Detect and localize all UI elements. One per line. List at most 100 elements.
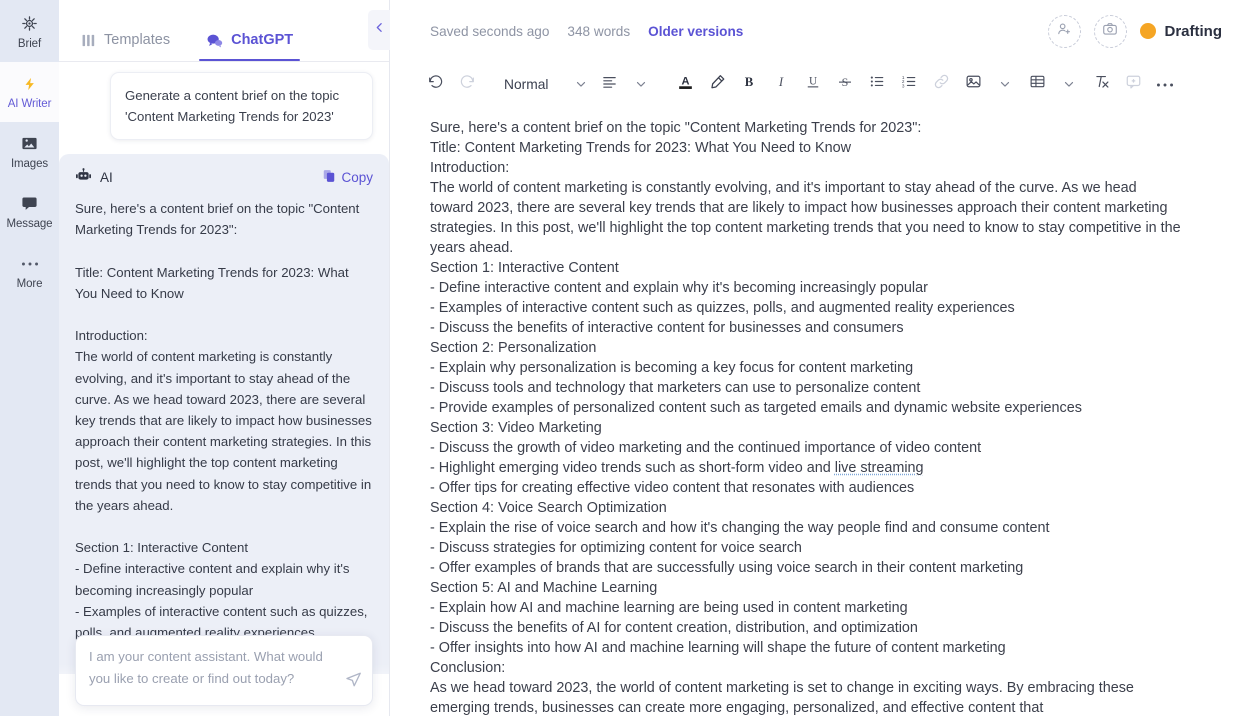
chat-panel: Templates ChatGPT Generate a content bri… — [59, 0, 390, 716]
svg-text:B: B — [745, 75, 754, 89]
document-line: - Offer insights into how AI and machine… — [430, 640, 1006, 656]
copy-button[interactable]: Copy — [322, 169, 373, 186]
chevron-down-icon — [1062, 77, 1076, 91]
image-icon — [21, 134, 38, 153]
bullet-list-button[interactable] — [862, 69, 892, 99]
highlight-button[interactable] — [702, 69, 732, 99]
document-line: Section 1: Interactive Content — [430, 260, 619, 276]
paragraph-style-select[interactable]: Normal — [496, 69, 592, 99]
document-line: - Provide examples of personalized conte… — [430, 400, 1082, 416]
rail-item-images[interactable]: Images — [0, 122, 59, 182]
document-line: - Explain the rise of voice search and h… — [430, 520, 1050, 536]
tab-templates-label: Templates — [104, 32, 171, 48]
camera-icon — [1102, 21, 1118, 42]
chat-composer[interactable] — [75, 635, 373, 706]
snapshot-button[interactable] — [1093, 14, 1127, 48]
comment-icon — [1125, 73, 1142, 95]
clear-format-button[interactable] — [1086, 69, 1116, 99]
ellipsis-icon — [21, 254, 39, 273]
document-line: - Offer examples of brands that are succ… — [430, 560, 1024, 576]
rail-item-brief[interactable]: Brief — [0, 2, 59, 62]
redo-button[interactable] — [452, 69, 482, 99]
document-line: Title: Content Marketing Trends for 2023… — [430, 140, 852, 156]
older-versions-link[interactable]: Older versions — [648, 24, 743, 39]
text-color-button[interactable]: A — [670, 69, 700, 99]
strikethrough-button[interactable]: S — [830, 69, 860, 99]
image-dropdown[interactable] — [990, 69, 1020, 99]
word-count: 348 words — [567, 23, 631, 39]
tab-templates[interactable]: Templates — [77, 32, 174, 61]
align-button[interactable] — [594, 69, 624, 99]
svg-text:U: U — [809, 76, 817, 88]
status-label: Drafting — [1164, 22, 1223, 40]
target-icon — [21, 14, 38, 33]
spellcheck-phrase[interactable]: live streaming — [835, 460, 924, 476]
ellipsis-icon — [1156, 75, 1174, 93]
document-line: - Explain how AI and machine learning ar… — [430, 600, 908, 616]
document-line: - Examples of interactive content such a… — [430, 300, 1015, 316]
status-badge[interactable]: Drafting — [1139, 22, 1223, 40]
document-line: - Discuss the benefits of interactive co… — [430, 320, 904, 336]
chat-input[interactable] — [89, 646, 336, 690]
editor-pane: Saved seconds ago 348 words Older versio… — [390, 0, 1242, 716]
document-line: Sure, here's a content brief on the topi… — [430, 120, 922, 136]
chat-user-message: Generate a content brief on the topic 'C… — [110, 72, 373, 140]
more-options-button[interactable] — [1150, 69, 1180, 99]
underline-icon: U — [804, 72, 822, 96]
chat-ai-header: AI Copy — [75, 168, 373, 186]
chat-composer-wrap — [75, 635, 373, 706]
rail-item-more[interactable]: More — [0, 242, 59, 302]
bolt-icon — [23, 74, 37, 93]
collapse-panel-button[interactable] — [368, 10, 390, 50]
underline-button[interactable]: U — [798, 69, 828, 99]
document-line: - Discuss tools and technology that mark… — [430, 380, 921, 396]
link-button[interactable] — [926, 69, 956, 99]
rail-label-ai-writer: AI Writer — [7, 98, 52, 110]
chat-tab-bar: Templates ChatGPT — [59, 0, 389, 62]
rail-label-message: Message — [6, 218, 53, 230]
undo-button[interactable] — [420, 69, 450, 99]
paragraph-style-value: Normal — [504, 76, 549, 92]
status-dot-icon — [1139, 23, 1156, 39]
table-dropdown[interactable] — [1054, 69, 1084, 99]
tab-chatgpt[interactable]: ChatGPT — [199, 32, 301, 61]
svg-text:3: 3 — [901, 83, 904, 88]
svg-text:A: A — [681, 75, 689, 87]
chevron-down-icon — [574, 77, 588, 91]
send-icon[interactable] — [345, 671, 362, 693]
undo-icon — [427, 73, 444, 95]
svg-text:I: I — [778, 75, 784, 89]
bold-icon: B — [740, 73, 758, 96]
chevron-left-icon — [373, 21, 386, 39]
editor-header: Saved seconds ago 348 words Older versio… — [390, 0, 1242, 62]
tab-chatgpt-label: ChatGPT — [231, 32, 294, 48]
align-dropdown[interactable] — [626, 69, 656, 99]
numbered-list-button[interactable]: 1 2 3 — [894, 69, 924, 99]
insert-image-button[interactable] — [958, 69, 988, 99]
redo-icon — [459, 73, 476, 95]
italic-button[interactable]: I — [766, 69, 796, 99]
chat-ai-message-card: AI Copy Sure, here's a content brief on … — [59, 154, 389, 674]
comment-button[interactable] — [1118, 69, 1148, 99]
chat-message-list[interactable]: Generate a content brief on the topic 'C… — [59, 62, 389, 716]
table-icon — [1029, 73, 1046, 95]
add-user-button[interactable] — [1047, 14, 1081, 48]
chevron-down-icon — [634, 77, 648, 91]
document-line: The world of content marketing is consta… — [430, 180, 1181, 256]
insert-table-button[interactable] — [1022, 69, 1052, 99]
document-line: Introduction: — [430, 160, 510, 176]
copy-icon — [322, 169, 336, 186]
align-left-icon — [601, 73, 618, 95]
chat-ai-message-body: Sure, here's a content brief on the topi… — [75, 201, 372, 641]
strikethrough-icon: S — [836, 73, 854, 96]
italic-icon: I — [772, 73, 790, 96]
bold-button[interactable]: B — [734, 69, 764, 99]
rail-item-ai-writer[interactable]: AI Writer — [0, 62, 59, 122]
document-body[interactable]: Sure, here's a content brief on the topi… — [390, 106, 1242, 716]
image-icon — [965, 73, 982, 95]
chat-bubbles-icon — [206, 33, 223, 48]
rail-item-message[interactable]: Message — [0, 182, 59, 242]
rail-label-images: Images — [10, 158, 49, 170]
document-line: - Discuss the growth of video marketing … — [430, 440, 982, 456]
robot-icon — [75, 168, 92, 186]
